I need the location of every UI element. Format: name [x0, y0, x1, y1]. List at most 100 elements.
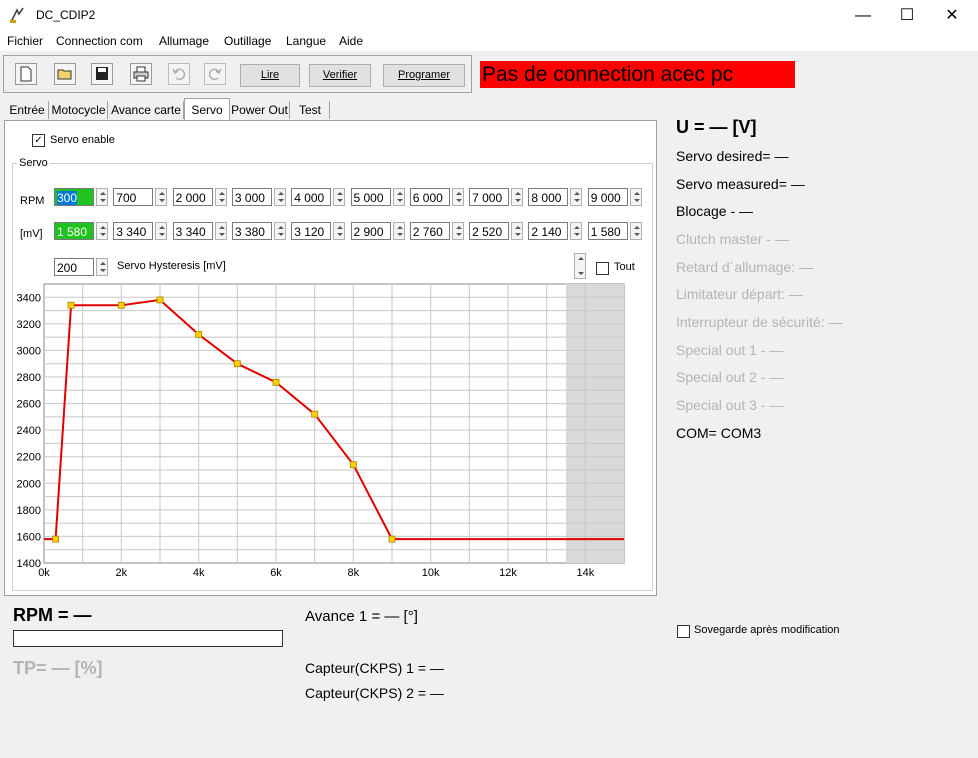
- window-title: DC_CDIP2: [36, 8, 96, 22]
- tab-power-out[interactable]: Power Out: [230, 101, 290, 119]
- hysteresis-spinner[interactable]: [96, 258, 108, 276]
- menu-connection-com[interactable]: Connection com: [56, 34, 143, 48]
- maximize-button[interactable]: ☐: [884, 0, 930, 31]
- save-after-change-label: Sovegarde après modification: [694, 624, 840, 636]
- rpm-spinner-4[interactable]: [273, 188, 286, 206]
- mv-input-6[interactable]: 2 900: [350, 222, 391, 240]
- x-tick-label: 4k: [193, 567, 205, 579]
- data-point: [388, 535, 396, 543]
- rpm-input-8[interactable]: 7 000: [469, 188, 510, 206]
- rpm-spinner-9[interactable]: [570, 188, 583, 206]
- mv-input-8[interactable]: 2 520: [469, 222, 510, 240]
- mv-input-1[interactable]: 1 580: [54, 222, 94, 240]
- mv-input-5[interactable]: 3 120: [291, 222, 332, 240]
- menu-allumage[interactable]: Allumage: [159, 34, 209, 48]
- tab-entree[interactable]: Entrée: [6, 101, 49, 119]
- menu-aide[interactable]: Aide: [339, 34, 363, 48]
- mv-input-3[interactable]: 3 340: [172, 222, 213, 240]
- program-button[interactable]: Programer: [383, 64, 465, 87]
- save-after-change-checkbox[interactable]: [677, 625, 690, 638]
- servo-chart: 1400160018002000220024002600280030003200…: [17, 283, 625, 579]
- servo-enable-checkbox[interactable]: ✓: [32, 134, 45, 147]
- plot-area: [43, 283, 625, 564]
- y-tick-label: 2400: [17, 425, 41, 437]
- rpm-input-7[interactable]: 6 000: [409, 188, 450, 206]
- x-tick-label: 0k: [38, 567, 50, 579]
- mv-input-2[interactable]: 3 340: [113, 222, 154, 240]
- rpm-input-4[interactable]: 3 000: [231, 188, 272, 206]
- rpm-spinner-10[interactable]: [629, 188, 642, 206]
- mv-spinner-6[interactable]: [392, 222, 405, 240]
- close-button[interactable]: ✕: [929, 0, 975, 31]
- read-button[interactable]: Lire: [240, 64, 300, 87]
- mv-input-4[interactable]: 3 380: [231, 222, 272, 240]
- menu-langue[interactable]: Langue: [286, 34, 326, 48]
- rpm-spinner-8[interactable]: [511, 188, 524, 206]
- save-disk-icon[interactable]: [91, 63, 113, 85]
- rpm-input-6[interactable]: 5 000: [350, 188, 391, 206]
- new-file-icon[interactable]: [15, 63, 37, 85]
- menu-fichier[interactable]: Fichier: [7, 34, 43, 48]
- mv-spinner-2[interactable]: [155, 222, 168, 240]
- mv-spinner-8[interactable]: [511, 222, 524, 240]
- mv-spinner-4[interactable]: [273, 222, 286, 240]
- mv-input-7[interactable]: 2 760: [409, 222, 450, 240]
- rpm-spinner-7[interactable]: [451, 188, 464, 206]
- rpm-spinner-2[interactable]: [155, 188, 168, 206]
- mv-value-8: 2 520: [472, 225, 503, 239]
- mv-value-5: 3 120: [294, 225, 325, 239]
- blocage-readout: Blocage - —: [676, 203, 754, 219]
- menu-outillage[interactable]: Outillage: [224, 34, 271, 48]
- data-point: [195, 331, 203, 338]
- print-icon[interactable]: [130, 63, 152, 85]
- data-point: [311, 410, 319, 418]
- redo-icon[interactable]: [204, 63, 226, 85]
- rpm-spinner-1[interactable]: [96, 188, 108, 206]
- rpm-input-3[interactable]: 2 000: [172, 188, 213, 206]
- mv-input-9[interactable]: 2 140: [528, 222, 569, 240]
- rpm-value-2: 700: [116, 191, 137, 205]
- verify-button[interactable]: Verifier: [309, 64, 371, 87]
- rpm-input-2[interactable]: 700: [113, 188, 154, 206]
- rpm-input-1[interactable]: 300: [54, 188, 94, 206]
- all-spinner[interactable]: [574, 253, 586, 279]
- mv-input-10[interactable]: 1 580: [587, 222, 628, 240]
- tp-readout: TP= — [%]: [13, 658, 103, 678]
- app-icon: [10, 7, 24, 23]
- special-out-3-readout: Special out 3 - —: [676, 397, 784, 413]
- rpm-spinner-6[interactable]: [392, 188, 405, 206]
- y-tick-label: 2200: [17, 452, 41, 464]
- mv-spinner-7[interactable]: [451, 222, 464, 240]
- servo-enable-label: Servo enable: [50, 134, 115, 146]
- mv-spinner-5[interactable]: [333, 222, 346, 240]
- rpm-spinner-5[interactable]: [333, 188, 346, 206]
- mv-spinner-10[interactable]: [629, 222, 642, 240]
- servo-group-label: Servo: [17, 157, 50, 169]
- mv-spinner-3[interactable]: [214, 222, 227, 240]
- data-point: [233, 360, 241, 368]
- x-tick-label: 2k: [116, 567, 128, 579]
- mv-spinner-9[interactable]: [570, 222, 583, 240]
- tab-test[interactable]: Test: [291, 101, 330, 119]
- rpm-input-5[interactable]: 4 000: [291, 188, 332, 206]
- rpm-row-label: RPM: [20, 195, 45, 207]
- hysteresis-input[interactable]: 200: [54, 258, 94, 276]
- rpm-value-3: 2 000: [175, 191, 206, 205]
- tab-motocycle[interactable]: Motocycle: [50, 101, 108, 119]
- x-tick-label: 6k: [270, 567, 282, 579]
- data-point: [67, 301, 75, 309]
- tout-checkbox[interactable]: [596, 262, 609, 275]
- minimize-button[interactable]: —: [840, 0, 886, 31]
- rpm-input-10[interactable]: 9 000: [587, 188, 628, 206]
- tab-avance-carte[interactable]: Avance carte: [109, 101, 184, 119]
- rpm-spinner-3[interactable]: [214, 188, 227, 206]
- mv-value-3: 3 340: [175, 225, 206, 239]
- undo-icon[interactable]: [168, 63, 190, 85]
- tab-servo[interactable]: Servo: [184, 98, 230, 121]
- mv-spinner-1[interactable]: [96, 222, 108, 240]
- rpm-value-5: 4 000: [294, 191, 325, 205]
- mv-value-9: 2 140: [531, 225, 562, 239]
- open-folder-icon[interactable]: [54, 63, 76, 85]
- rpm-input-9[interactable]: 8 000: [528, 188, 569, 206]
- toolbar: Lire Verifier Programer: [3, 55, 472, 93]
